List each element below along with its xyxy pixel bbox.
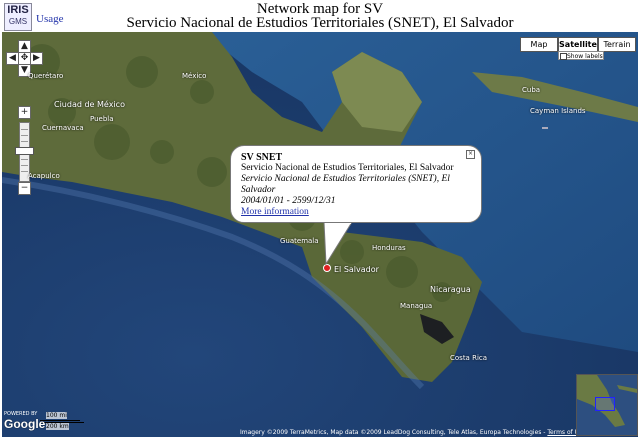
station-info-window: × SV SNET Servicio Nacional de Estudios … xyxy=(230,145,482,223)
satellite-imagery xyxy=(2,32,638,437)
page-subtitle: Servicio Nacional de Estudios Territoria… xyxy=(126,15,514,31)
map-label-cayman: Cayman Islands xyxy=(530,107,586,115)
more-information-link[interactable]: More information xyxy=(241,207,309,217)
map-label-mexico: México xyxy=(182,72,207,80)
map-label-honduras: Honduras xyxy=(372,244,406,252)
map-label-queretaro: Querétaro xyxy=(28,72,64,80)
info-window-tail xyxy=(323,222,353,266)
zoom-slider-handle[interactable] xyxy=(15,146,34,155)
map-type-satellite-button[interactable]: Satellite xyxy=(558,37,598,52)
map-label-costa-rica: Costa Rica xyxy=(450,354,488,362)
zoom-out-button[interactable]: − xyxy=(18,182,31,195)
pan-right-button[interactable]: ▶ xyxy=(30,52,43,65)
map-type-map-button[interactable]: Map xyxy=(520,37,558,52)
operator-name: Servicio Nacional de Estudios Territoria… xyxy=(241,174,450,195)
overview-viewport[interactable] xyxy=(595,397,615,411)
map-label-guatemala: Guatemala xyxy=(280,237,319,245)
map-label-acapulco: Acapulco xyxy=(28,172,60,180)
map-label-el-salvador: El Salvador xyxy=(334,265,379,274)
checkbox-checked-icon xyxy=(560,53,567,60)
map-type-terrain-button[interactable]: Terrain xyxy=(598,37,636,52)
scale-miles: 100 mi xyxy=(46,412,67,419)
overview-map[interactable] xyxy=(576,374,638,436)
map-label-cuba: Cuba xyxy=(522,86,541,94)
network-name: Servicio Nacional de Estudios Territoria… xyxy=(241,163,454,173)
map-label-cuernavaca: Cuernavaca xyxy=(42,124,84,132)
show-labels-checkbox[interactable]: Show labels xyxy=(558,51,604,60)
map-label-managua: Managua xyxy=(400,302,433,310)
map-canvas[interactable]: ▲ ◀ ✥ ▶ ▼ + − Map Satellite Terrain Show… xyxy=(2,32,638,437)
google-logo[interactable]: Google xyxy=(4,417,45,431)
scale-km: 200 km xyxy=(46,423,69,430)
map-label-nicaragua: Nicaragua xyxy=(430,285,471,294)
zoom-in-button[interactable]: + xyxy=(18,106,31,119)
map-copyright: Imagery ©2009 TerraMetrics, Map data ©20… xyxy=(240,429,586,436)
station-name: SV SNET xyxy=(241,152,283,163)
close-icon[interactable]: × xyxy=(466,150,475,159)
date-range: 2004/01/01 - 2599/12/31 xyxy=(241,196,336,206)
page-header: IRIS GMS Usage Network map for SV Servic… xyxy=(0,0,640,32)
show-labels-text: Show labels xyxy=(567,53,603,60)
map-label-ciudad-mexico: Ciudad de México xyxy=(54,100,125,109)
map-scale: 100 mi 200 km xyxy=(40,412,120,432)
map-label-puebla: Puebla xyxy=(90,115,114,123)
